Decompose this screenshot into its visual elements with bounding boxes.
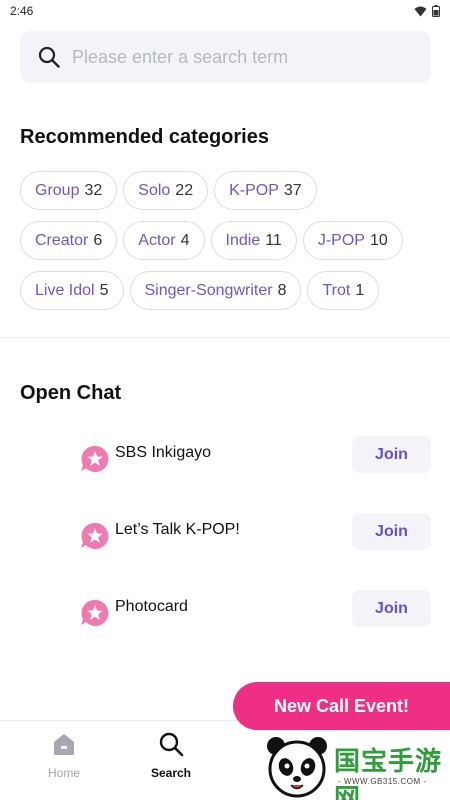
chip-actor[interactable]: Actor 4 (123, 221, 205, 260)
chip-indie[interactable]: Indie 11 (210, 221, 297, 260)
chip-count: 4 (180, 231, 190, 249)
chat-name: SBS Inkigayo (115, 444, 212, 461)
chip-label: Indie (225, 231, 261, 249)
chip-group[interactable]: Group 32 (20, 171, 118, 210)
battery-icon (432, 5, 440, 17)
chip-label: Singer-Songwriter (144, 281, 273, 299)
chat-star-icon (81, 445, 109, 472)
chat-star-icon (81, 522, 109, 549)
chip-row: Live Idol 5 Singer-Songwriter 8 Trot 1 (20, 271, 440, 310)
chip-label: Solo (138, 181, 171, 199)
chat-name: Photocard (115, 598, 188, 615)
categories-title: Recommended categories (20, 126, 269, 148)
chip-singer-songwriter[interactable]: Singer-Songwriter 8 (129, 271, 302, 310)
watermark: 国宝手游网 - WWW.GB315.COM - (262, 733, 450, 800)
chip-count: 1 (355, 281, 365, 299)
chat-name: Let’s Talk K-POP! (115, 521, 240, 538)
chip-label: Actor (138, 231, 176, 249)
chat-item: Photocard Join (80, 590, 431, 638)
chip-label: Creator (35, 231, 89, 249)
chip-row: Creator 6 Actor 4 Indie 11 J-POP 10 (20, 221, 440, 260)
nav-home[interactable]: Home (24, 731, 104, 780)
status-icons (414, 5, 440, 17)
chip-row: Group 32 Solo 22 K-POP 37 (20, 171, 440, 210)
chip-label: J-POP (317, 231, 365, 249)
join-button[interactable]: Join (352, 590, 431, 627)
nav-home-label: Home (47, 766, 80, 780)
panda-logo-icon (267, 737, 327, 798)
nav-search[interactable]: Search (131, 731, 211, 780)
status-time: 2:46 (10, 4, 34, 18)
chip-count: 10 (369, 231, 388, 249)
search-icon (159, 732, 184, 757)
chat-item: Let’s Talk K-POP! Join (80, 513, 431, 561)
chip-live-idol[interactable]: Live Idol 5 (20, 271, 124, 310)
open-chat-title: Open Chat (20, 382, 122, 404)
chip-label: Group (35, 181, 80, 199)
status-bar: 2:46 (0, 0, 450, 22)
chip-label: K-POP (229, 181, 279, 199)
chip-kpop[interactable]: K-POP 37 (214, 171, 317, 210)
search-bar[interactable] (20, 31, 431, 83)
chip-count: 6 (93, 231, 103, 249)
chip-jpop[interactable]: J-POP 10 (302, 221, 403, 260)
chip-creator[interactable]: Creator 6 (20, 221, 118, 260)
category-chips: Group 32 Solo 22 K-POP 37 Creator 6 Acto… (20, 171, 440, 321)
watermark-url: - WWW.GB315.COM - (338, 777, 427, 786)
join-button[interactable]: Join (352, 513, 431, 550)
search-input[interactable] (72, 46, 402, 68)
chip-trot[interactable]: Trot 1 (307, 271, 380, 310)
chip-count: 22 (175, 181, 194, 199)
search-icon (38, 46, 60, 68)
chip-count: 11 (265, 231, 282, 249)
chip-label: Live Idol (35, 281, 95, 299)
chip-label: Trot (322, 281, 351, 299)
chat-star-icon (81, 599, 109, 626)
chip-count: 32 (84, 181, 103, 199)
home-icon (54, 734, 74, 755)
watermark-text: 国宝手游网 (334, 746, 443, 800)
chip-solo[interactable]: Solo 22 (123, 171, 209, 210)
chip-count: 8 (277, 281, 287, 299)
join-button[interactable]: Join (352, 436, 431, 473)
wifi-icon (414, 6, 427, 16)
new-call-event-button[interactable]: New Call Event! (233, 682, 450, 730)
chip-count: 37 (283, 181, 302, 199)
chip-count: 5 (99, 281, 109, 299)
nav-search-label: Search (150, 766, 192, 780)
section-divider (0, 337, 450, 338)
chat-item: SBS Inkigayo Join (80, 436, 431, 484)
